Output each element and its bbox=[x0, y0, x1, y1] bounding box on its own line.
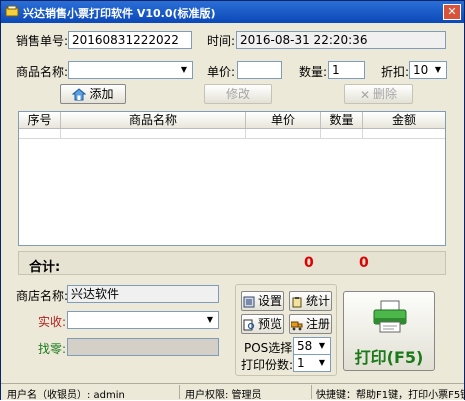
print-button[interactable]: 打印(F5) bbox=[343, 291, 435, 371]
store-name-field[interactable]: 兴达软件 bbox=[67, 285, 219, 303]
home-add-icon bbox=[72, 88, 87, 101]
discount-label: 折扣: bbox=[381, 65, 410, 79]
chevron-down-icon[interactable]: ▼ bbox=[315, 339, 329, 353]
received-label: 实收: bbox=[38, 315, 67, 329]
copies-value: 1 bbox=[297, 356, 305, 370]
pos-label: POS选择: bbox=[244, 341, 297, 355]
delete-button[interactable]: ✕ 删除 bbox=[344, 84, 413, 104]
price-label: 单价: bbox=[207, 65, 236, 79]
truck-icon bbox=[290, 321, 303, 330]
qty-field[interactable]: 1 bbox=[328, 61, 365, 79]
product-select[interactable]: ▼ bbox=[68, 61, 193, 79]
total-quantity: 0 bbox=[304, 255, 314, 271]
edit-button[interactable]: 修改 bbox=[204, 84, 272, 104]
add-label: 添加 bbox=[89, 87, 114, 101]
chevron-down-icon[interactable]: ▼ bbox=[431, 63, 445, 77]
close-icon: ✕ bbox=[359, 87, 371, 102]
settings-button[interactable]: 设置 bbox=[241, 291, 284, 311]
order-no-label: 销售单号: bbox=[16, 34, 69, 48]
column-header-qty[interactable]: 数量 bbox=[321, 112, 363, 128]
settings-label: 设置 bbox=[257, 294, 282, 308]
discount-value: 10 bbox=[413, 63, 429, 77]
app-icon bbox=[5, 5, 19, 17]
time-label: 时间: bbox=[207, 34, 236, 48]
settings-icon bbox=[243, 296, 255, 307]
status-user: 用户名（收银员）: admin bbox=[7, 390, 125, 401]
pos-select[interactable]: 58 ▼ bbox=[293, 337, 331, 355]
stats-button[interactable]: 统计 bbox=[289, 291, 332, 311]
table-header: 序号 商品名称 单价 数量 金额 bbox=[19, 112, 445, 129]
status-shortcut: 快捷键：帮助F1键，打印小票F5键 bbox=[316, 390, 465, 401]
product-label: 商品名称: bbox=[16, 65, 69, 79]
register-button[interactable]: 注册 bbox=[289, 314, 332, 334]
totals-label: 合计: bbox=[29, 260, 61, 275]
close-button[interactable]: ✕ bbox=[443, 4, 461, 20]
change-field[interactable] bbox=[67, 338, 219, 356]
order-no-field[interactable]: 20160831222022 bbox=[68, 31, 192, 49]
copies-label: 打印份数: bbox=[241, 358, 294, 372]
column-header-amount[interactable]: 金额 bbox=[363, 112, 445, 128]
column-header-index[interactable]: 序号 bbox=[19, 112, 61, 128]
column-header-price[interactable]: 单价 bbox=[246, 112, 321, 128]
status-role: 用户权限: 管理员 bbox=[185, 390, 262, 401]
store-name-label: 商店名称: bbox=[16, 289, 69, 303]
column-header-product[interactable]: 商品名称 bbox=[61, 112, 246, 128]
totals-bar: 合计: 0 0 bbox=[18, 251, 446, 275]
discount-select[interactable]: 10 ▼ bbox=[409, 61, 447, 79]
change-label: 找零: bbox=[38, 342, 67, 356]
total-amount: 0 bbox=[359, 255, 369, 271]
clipboard-icon bbox=[292, 296, 302, 307]
items-table[interactable]: 序号 商品名称 单价 数量 金额 bbox=[18, 111, 446, 246]
preview-icon bbox=[243, 319, 255, 330]
pos-value: 58 bbox=[297, 339, 313, 353]
app-window: 兴达销售小票打印软件 V10.0(标准版) ✕ 销售单号: 2016083122… bbox=[0, 0, 465, 401]
preview-button[interactable]: 预览 bbox=[241, 314, 284, 334]
register-label: 注册 bbox=[305, 317, 330, 331]
copies-select[interactable]: 1 ▼ bbox=[293, 354, 331, 372]
received-select[interactable]: ▼ bbox=[67, 311, 219, 329]
window-title: 兴达销售小票打印软件 V10.0(标准版) bbox=[23, 7, 216, 20]
chevron-down-icon[interactable]: ▼ bbox=[315, 356, 329, 370]
preview-label: 预览 bbox=[257, 317, 282, 331]
printer-icon bbox=[373, 300, 407, 333]
time-field[interactable]: 2016-08-31 22:20:36 bbox=[236, 31, 446, 49]
print-label: 打印(F5) bbox=[354, 348, 424, 367]
stats-label: 统计 bbox=[305, 294, 330, 308]
table-row bbox=[19, 129, 445, 139]
chevron-down-icon[interactable]: ▼ bbox=[177, 63, 191, 77]
status-bar: 用户名（收银员）: admin 用户权限: 管理员 快捷键：帮助F1键，打印小票… bbox=[1, 383, 465, 401]
add-button[interactable]: 添加 bbox=[60, 84, 126, 104]
qty-label: 数量: bbox=[299, 65, 328, 79]
chevron-down-icon[interactable]: ▼ bbox=[203, 313, 217, 327]
delete-label: 删除 bbox=[373, 87, 398, 101]
price-field[interactable] bbox=[237, 61, 282, 79]
title-bar: 兴达销售小票打印软件 V10.0(标准版) ✕ bbox=[1, 1, 464, 23]
